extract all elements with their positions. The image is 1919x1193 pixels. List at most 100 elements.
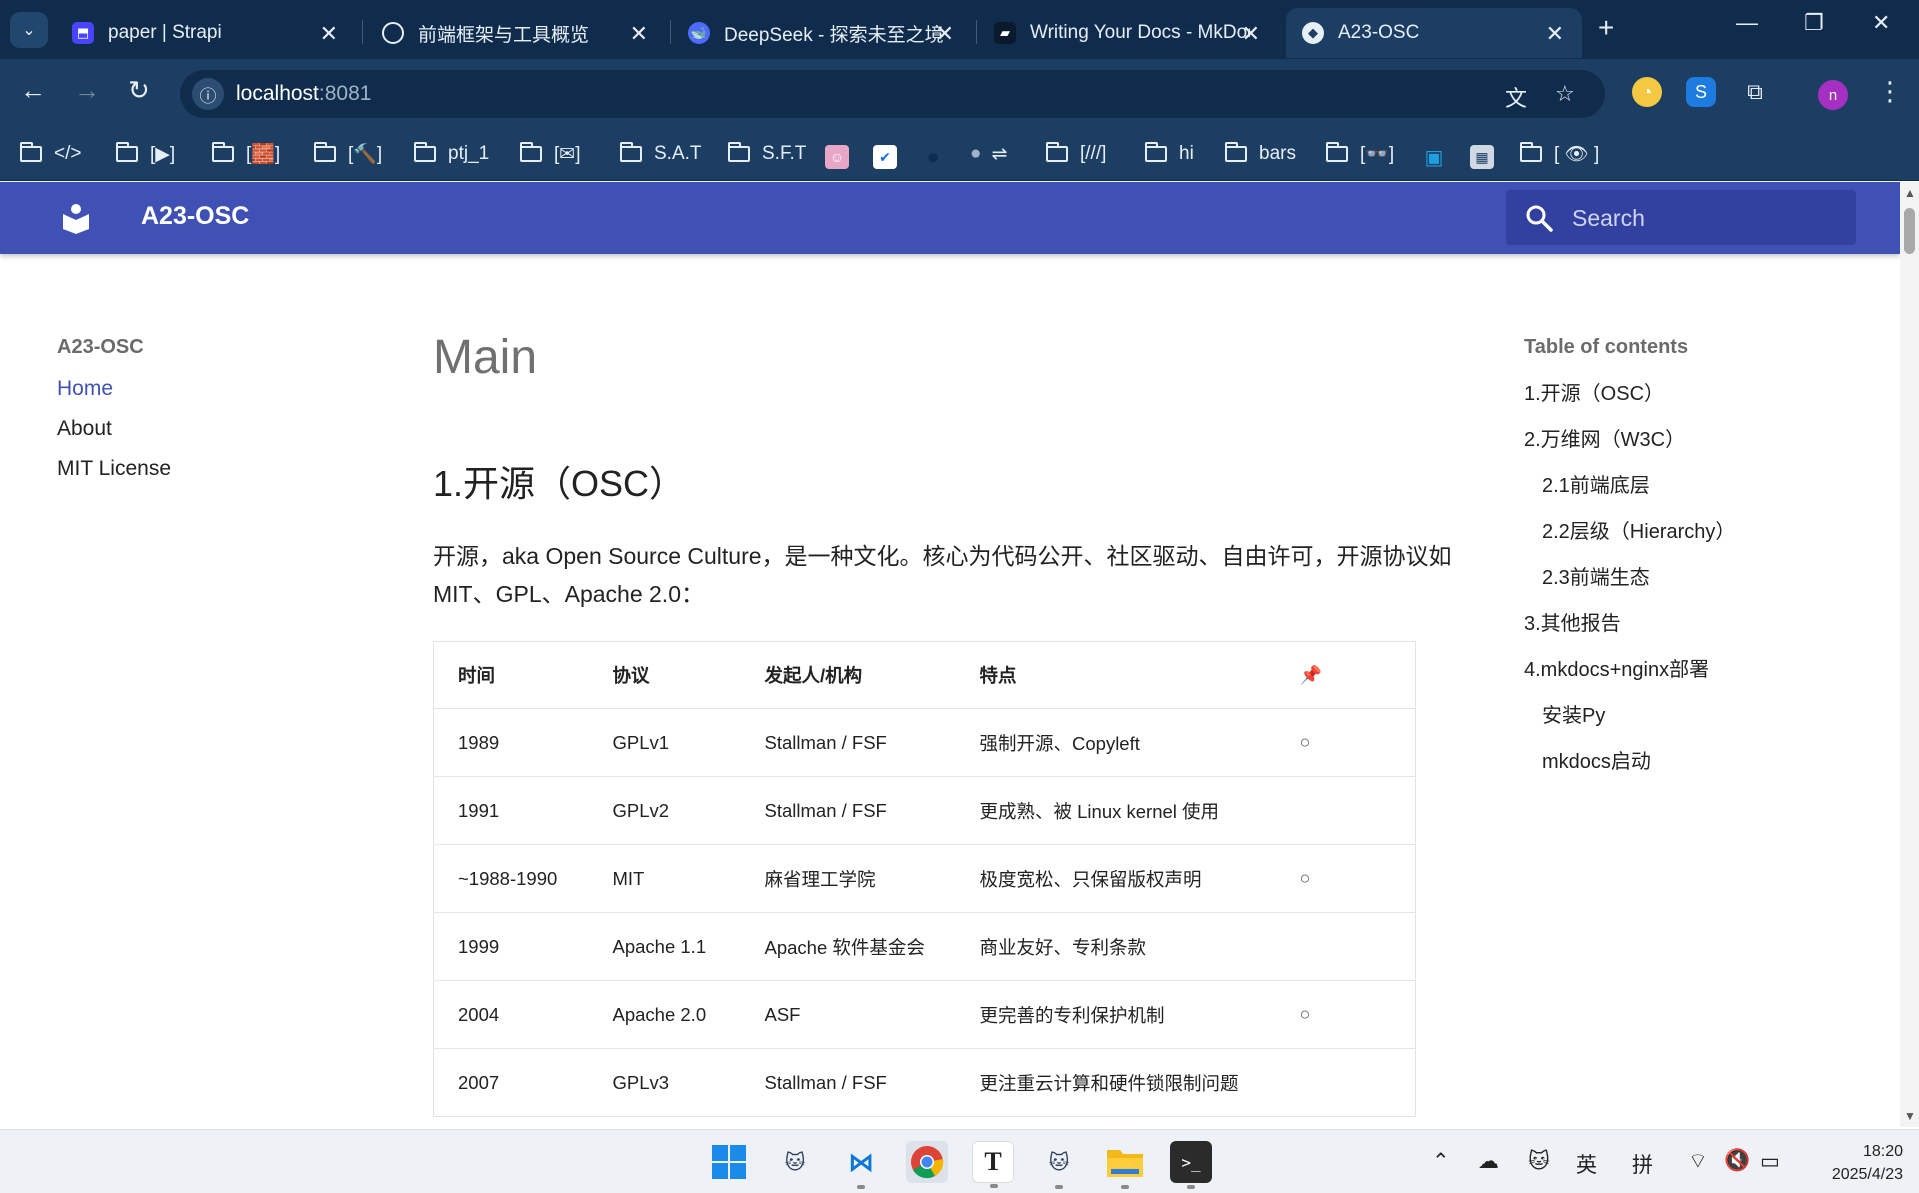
bookmark-label: [▶] bbox=[150, 143, 176, 165]
menu-icon[interactable]: ⋮ bbox=[1877, 76, 1903, 107]
tab-chatgpt[interactable]: 前端框架与工具概览 ✕ bbox=[366, 8, 666, 58]
table-of-contents: Table of contents 1.开源（OSC） 2.万维网（W3C） 2… bbox=[1524, 336, 1735, 791]
close-icon[interactable]: ✕ bbox=[320, 21, 338, 47]
forward-button[interactable]: → bbox=[74, 75, 100, 106]
site-title[interactable]: A23-OSC bbox=[141, 202, 249, 231]
toc-item[interactable]: 3.其他报告 bbox=[1524, 607, 1735, 636]
address-bar[interactable]: ⓘ localhost:8081 文 ☆ bbox=[180, 70, 1605, 118]
nav-item-home[interactable]: Home bbox=[57, 377, 171, 401]
onedrive-icon[interactable]: ☁ bbox=[1478, 1149, 1499, 1174]
battery-icon[interactable]: ▭ bbox=[1760, 1149, 1780, 1174]
translate-icon[interactable]: 文 bbox=[1505, 81, 1527, 113]
toc-item[interactable]: 安装Py bbox=[1524, 699, 1735, 728]
grid-bookmark-icon[interactable]: ▦ bbox=[1470, 145, 1494, 169]
table-row: 2007 GPLv3 Stallman / FSF 更注重云计算和硬件锁限制问题 bbox=[434, 1049, 1416, 1117]
toc-item[interactable]: 1.开源（OSC） bbox=[1524, 377, 1735, 406]
github-icon[interactable]: ● bbox=[921, 144, 945, 169]
toc-item[interactable]: mkdocs启动 bbox=[1524, 745, 1735, 774]
wifi-icon[interactable]: ⌔ bbox=[1688, 1149, 1708, 1175]
vscode-icon[interactable]: ⋈ bbox=[840, 1141, 882, 1189]
bookmark-folder[interactable]: S.F.T bbox=[728, 139, 806, 169]
toc-item[interactable]: 2.3前端生态 bbox=[1524, 561, 1735, 590]
table-cell: GPLv3 bbox=[612, 1071, 670, 1093]
bookmark-folder[interactable]: [✉] bbox=[520, 139, 580, 169]
arrow-left-icon: ← bbox=[20, 75, 46, 105]
chatgpt-icon bbox=[382, 22, 404, 44]
typora-icon[interactable]: T bbox=[972, 1141, 1014, 1188]
bilibili-icon[interactable]: ▣ bbox=[1422, 145, 1446, 169]
mkdocs-icon: ▰ bbox=[994, 22, 1016, 44]
checkmark-bookmark-icon[interactable]: ✔ bbox=[873, 145, 897, 169]
toc-item[interactable]: 4.mkdocs+nginx部署 bbox=[1524, 653, 1735, 682]
search-input[interactable]: Search bbox=[1506, 190, 1856, 245]
volume-muted-icon[interactable]: 🔇 bbox=[1724, 1149, 1750, 1173]
bookmark-folder[interactable]: bars bbox=[1225, 139, 1296, 169]
url-text[interactable]: localhost:8081 bbox=[236, 82, 371, 106]
window-close-button[interactable]: ✕ bbox=[1872, 10, 1890, 36]
cat-tray-icon[interactable]: 🐱 bbox=[1528, 1149, 1550, 1174]
back-button[interactable]: ← bbox=[20, 75, 46, 106]
bookmark-folder[interactable]: [🔨] bbox=[314, 139, 382, 169]
reload-button[interactable]: ↻ bbox=[128, 75, 150, 106]
bookmark-label: ptj_1 bbox=[448, 143, 490, 164]
close-icon[interactable]: ✕ bbox=[1242, 21, 1260, 47]
extension-s-icon[interactable]: S bbox=[1686, 77, 1716, 107]
windows-start-icon[interactable] bbox=[708, 1141, 750, 1183]
toc-item[interactable]: 2.万维网（W3C） bbox=[1524, 423, 1735, 452]
system-clock[interactable]: 18:20 2025/4/23 bbox=[1803, 1140, 1903, 1186]
cat-app-2-icon[interactable]: 🐱 bbox=[1038, 1141, 1080, 1189]
close-icon[interactable]: ✕ bbox=[630, 21, 648, 47]
tab-mkdocs[interactable]: ▰ Writing Your Docs - MkDocs ✕ bbox=[978, 8, 1278, 58]
bookmark-label: ⇌ bbox=[991, 143, 1008, 165]
avatar-bookmark-icon[interactable]: ☺ bbox=[825, 145, 849, 169]
tab-a23-osc[interactable]: ◆ A23-OSC ✕ bbox=[1286, 8, 1582, 58]
site-info-icon[interactable]: ⓘ bbox=[192, 78, 224, 110]
close-icon[interactable]: ✕ bbox=[936, 21, 954, 47]
bookmark-folder[interactable]: [🧱] bbox=[212, 139, 280, 169]
tab-separator bbox=[976, 20, 977, 44]
tab-strapi[interactable]: ⬒ paper | Strapi ✕ bbox=[56, 8, 356, 58]
bookmark-folder[interactable]: hi bbox=[1145, 139, 1194, 169]
bookmark-folder[interactable]: [👓] bbox=[1326, 139, 1394, 169]
nav-item-about[interactable]: About bbox=[57, 417, 171, 441]
bookmark-apple[interactable]: ● ⇌ bbox=[970, 139, 1007, 169]
extension-icon[interactable]: ◔ bbox=[1632, 77, 1662, 107]
restore-button[interactable]: ❐ bbox=[1804, 10, 1824, 36]
folder-icon bbox=[620, 142, 642, 162]
table-cell: MIT bbox=[588, 844, 741, 913]
scroll-down-icon[interactable]: ▼ bbox=[1904, 1109, 1916, 1123]
profile-avatar[interactable]: n bbox=[1818, 80, 1848, 110]
bookmark-folder[interactable]: ptj_1 bbox=[414, 139, 489, 169]
scroll-up-icon[interactable]: ▲ bbox=[1904, 186, 1916, 200]
bookmark-folder[interactable]: [///] bbox=[1046, 139, 1106, 169]
ime-mode-indicator[interactable]: 拼 bbox=[1632, 1149, 1653, 1179]
minimize-button[interactable]: — bbox=[1736, 10, 1758, 36]
chrome-icon[interactable] bbox=[906, 1141, 948, 1183]
book-logo-icon[interactable] bbox=[60, 202, 92, 234]
toc-item[interactable]: 2.2层级（Hierarchy） bbox=[1524, 515, 1735, 544]
page-scrollbar[interactable]: ▲ ▼ bbox=[1900, 182, 1919, 1127]
bookmark-folder[interactable]: [ 👁 ] bbox=[1520, 139, 1599, 169]
tab-search-button[interactable]: ⌄ bbox=[10, 12, 48, 48]
scroll-thumb[interactable] bbox=[1904, 208, 1915, 254]
table-cell: 1999 bbox=[433, 912, 589, 981]
bookmark-folder[interactable]: S.A.T bbox=[620, 139, 702, 169]
terminal-icon[interactable]: >_ bbox=[1170, 1141, 1212, 1189]
cat-app-icon[interactable]: 🐱 bbox=[774, 1141, 816, 1183]
browser-tab-strip: ⌄ ⬒ paper | Strapi ✕ 前端框架与工具概览 ✕ 🐋 DeepS… bbox=[0, 0, 1919, 59]
close-icon[interactable]: ✕ bbox=[1546, 21, 1564, 47]
ime-language-indicator[interactable]: 英 bbox=[1576, 1149, 1597, 1179]
bookmark-folder[interactable]: [▶] bbox=[116, 139, 175, 169]
toc-item[interactable]: 2.1前端底层 bbox=[1524, 469, 1735, 498]
star-icon[interactable]: ☆ bbox=[1555, 81, 1575, 107]
tab-deepseek[interactable]: 🐋 DeepSeek - 探索未至之境 ✕ bbox=[672, 8, 972, 58]
nav-item-mit-license[interactable]: MIT License bbox=[57, 457, 171, 481]
page-title: Main bbox=[433, 331, 538, 384]
new-tab-button[interactable]: + bbox=[1598, 12, 1614, 44]
table-cell: GPLv1 bbox=[588, 708, 741, 777]
chevron-up-icon[interactable]: ⌃ bbox=[1432, 1149, 1450, 1174]
puzzle-icon[interactable]: ⧉ bbox=[1740, 77, 1770, 107]
table-cell: 商业友好、专利条款 bbox=[955, 912, 1276, 981]
bookmark-folder[interactable]: </> bbox=[20, 139, 81, 169]
file-explorer-icon[interactable] bbox=[1104, 1141, 1146, 1189]
